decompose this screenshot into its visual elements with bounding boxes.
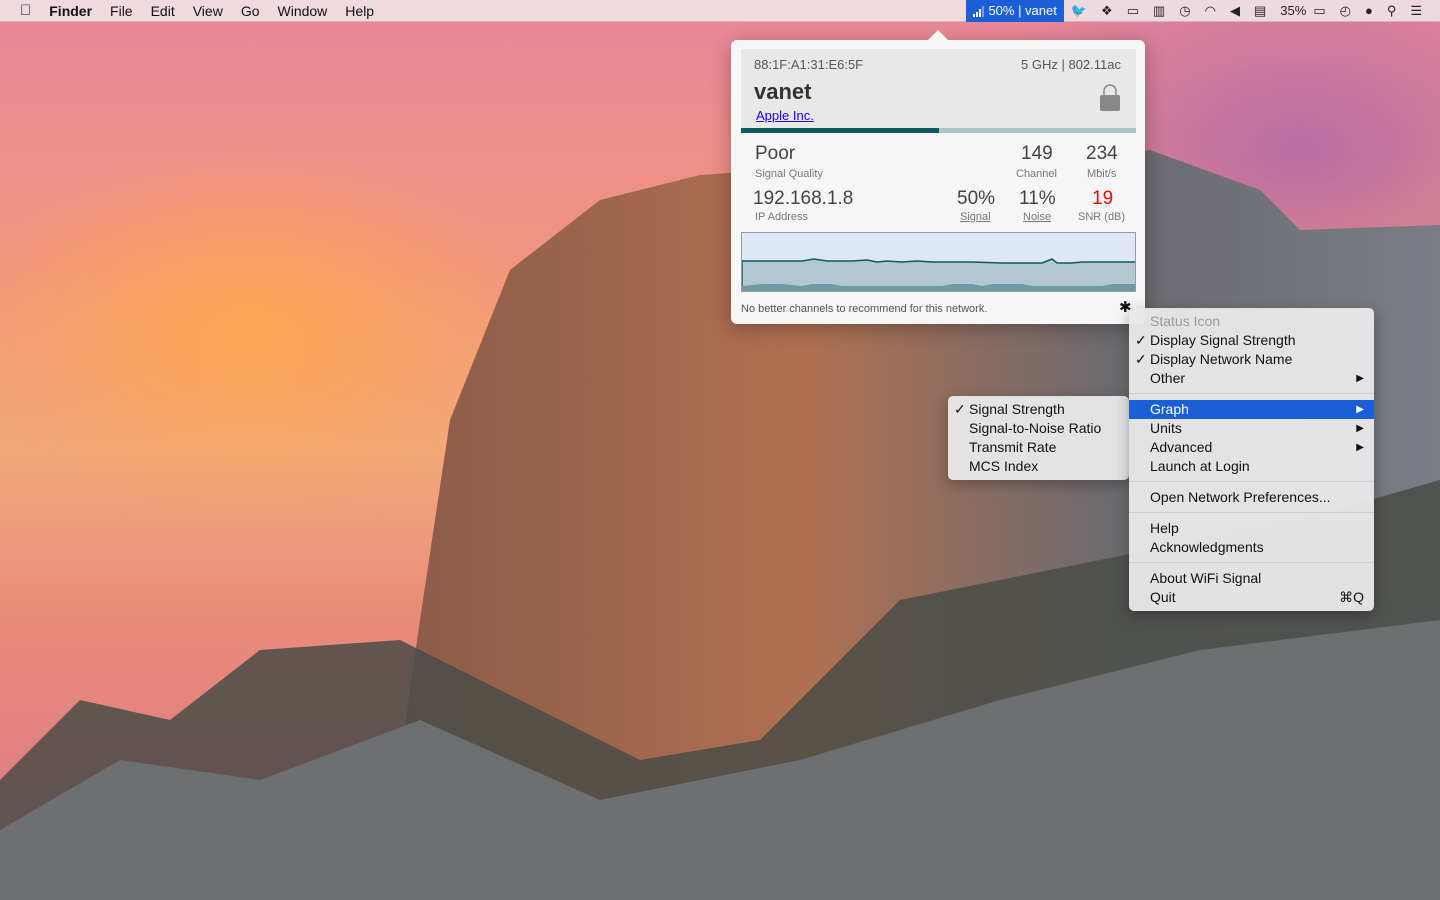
separator	[1129, 562, 1374, 563]
signal-graph	[741, 232, 1136, 292]
submenu-snr[interactable]: Signal-to-Noise Ratio	[948, 419, 1129, 438]
menu-header-status-icon: Status Icon	[1150, 313, 1221, 329]
notification-center-icon[interactable]: ☰	[1403, 0, 1440, 22]
rate-label: Mbit/s	[1087, 168, 1117, 180]
signal-quality-bar	[741, 128, 1136, 133]
graph-submenu: ✓ Signal Strength Signal-to-Noise Ratio T…	[948, 396, 1129, 480]
battery-icon[interactable]: ▭	[1313, 0, 1332, 22]
submenu-arrow-icon: ▶	[1356, 442, 1364, 453]
menu-graph[interactable]: Graph ▶	[1129, 400, 1374, 419]
ssid: vanet	[754, 79, 812, 104]
snr-label: SNR (dB)	[1078, 211, 1126, 223]
submenu-arrow-icon: ▶	[1356, 373, 1364, 384]
spotlight-icon[interactable]: ⚲	[1380, 0, 1404, 22]
channel-label: Channel	[1016, 168, 1057, 180]
separator	[1129, 393, 1374, 394]
wifi-signal-status-item[interactable]: 50% | vanet	[966, 0, 1064, 22]
separator	[1129, 481, 1374, 482]
volume-icon[interactable]: ◀	[1223, 0, 1247, 22]
noise-link[interactable]: Noise	[1023, 211, 1051, 223]
submenu-arrow-icon: ▶	[1356, 404, 1364, 415]
quality-value: Poor	[755, 143, 796, 164]
menu-help-item[interactable]: Help	[1129, 519, 1374, 538]
submenu-mcs-index[interactable]: MCS Index	[948, 457, 1129, 476]
battery-percent[interactable]: 35%	[1273, 0, 1313, 22]
signal-link[interactable]: Signal	[960, 211, 991, 223]
twitter-icon[interactable]: 🐦	[1064, 0, 1094, 22]
signal-bars-icon	[973, 5, 985, 17]
menu-go[interactable]: Go	[232, 0, 269, 22]
apple-menu-icon[interactable]: 	[0, 0, 40, 22]
quit-shortcut: ⌘Q	[1339, 589, 1364, 605]
rate-value: 234	[1086, 143, 1118, 164]
vendor-link[interactable]: Apple Inc.	[756, 108, 814, 123]
memory-icon[interactable]: ▥	[1146, 0, 1172, 22]
network-header: 88:1F:A1:31:E6:5F 5 GHz | 802.11ac vanet…	[741, 49, 1136, 133]
menu-display-signal-strength[interactable]: ✓ Display Signal Strength	[1129, 331, 1374, 350]
menu-other[interactable]: Other ▶	[1129, 369, 1374, 388]
menu-edit[interactable]: Edit	[142, 0, 184, 22]
separator	[1129, 512, 1374, 513]
wifi-icon[interactable]: ◠	[1198, 0, 1223, 22]
checkmark-icon: ✓	[954, 401, 966, 417]
checkmark-icon: ✓	[1135, 351, 1147, 367]
menu-bar:  Finder File Edit View Go Window Help 5…	[0, 0, 1440, 22]
snr-value: 19	[1092, 188, 1114, 209]
band: 5 GHz | 802.11ac	[1021, 57, 1121, 72]
menu-display-network-name[interactable]: ✓ Display Network Name	[1129, 350, 1374, 369]
submenu-transmit-rate[interactable]: Transmit Rate	[948, 438, 1129, 457]
submenu-arrow-icon: ▶	[1356, 423, 1364, 434]
noise-value: 11%	[1019, 188, 1056, 209]
menu-quit[interactable]: Quit ⌘Q	[1129, 588, 1374, 607]
menu-view[interactable]: View	[184, 0, 232, 22]
menu-launch-at-login[interactable]: Launch at Login	[1129, 457, 1374, 476]
menu-window[interactable]: Window	[269, 0, 337, 22]
channel-value: 149	[1021, 143, 1053, 164]
wifi-status-text: 50% | vanet	[988, 3, 1057, 18]
quality-label: Signal Quality	[755, 168, 823, 180]
time-machine-icon[interactable]: ◷	[1172, 0, 1197, 22]
flag-us-icon[interactable]: ▤	[1247, 0, 1273, 22]
settings-menu: Status Icon ✓ Display Signal Strength ✓ Di…	[1129, 308, 1374, 611]
airplay-icon[interactable]: ▭	[1120, 0, 1146, 22]
menu-open-network-preferences[interactable]: Open Network Preferences...	[1129, 488, 1374, 507]
clock-icon[interactable]: ◴	[1333, 0, 1358, 22]
menu-about[interactable]: About WiFi Signal	[1129, 569, 1374, 588]
menu-finder[interactable]: Finder	[40, 0, 101, 22]
menu-file[interactable]: File	[101, 0, 142, 22]
submenu-signal-strength[interactable]: ✓ Signal Strength	[948, 400, 1129, 419]
user-icon[interactable]: ●	[1358, 0, 1380, 22]
channel-recommendation: No better channels to recommend for this…	[741, 303, 988, 315]
menu-help[interactable]: Help	[336, 0, 383, 22]
menu-acknowledgments[interactable]: Acknowledgments	[1129, 538, 1374, 557]
bssid: 88:1F:A1:31:E6:5F	[754, 57, 864, 72]
signal-value: 50%	[957, 188, 996, 209]
wifi-popover: 88:1F:A1:31:E6:5F 5 GHz | 802.11ac vanet…	[731, 30, 1145, 324]
menu-units[interactable]: Units ▶	[1129, 419, 1374, 438]
lock-icon	[1100, 84, 1120, 111]
ip-value: 192.168.1.8	[753, 188, 854, 209]
dropbox-icon[interactable]: ❖	[1094, 0, 1120, 22]
checkmark-icon: ✓	[1135, 332, 1147, 348]
menu-advanced[interactable]: Advanced ▶	[1129, 438, 1374, 457]
ip-label: IP Address	[755, 211, 808, 223]
